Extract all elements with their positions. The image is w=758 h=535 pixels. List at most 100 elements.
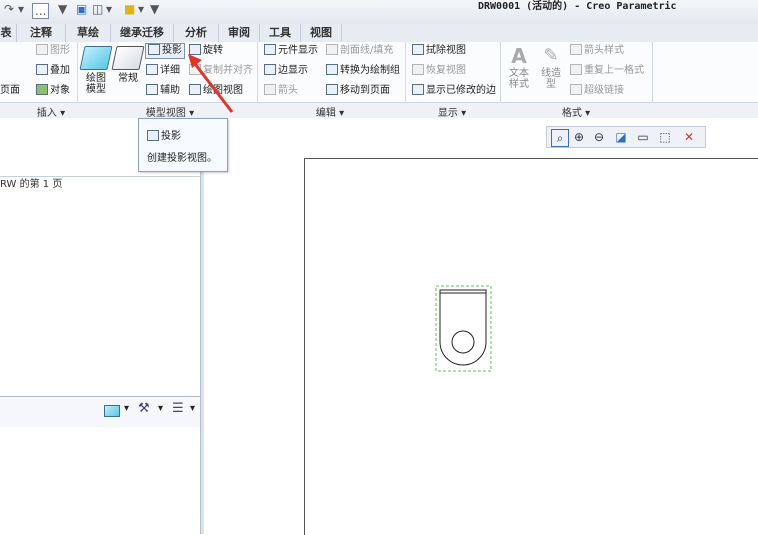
line-style-button[interactable]: ✎ 线造 型 [538,44,564,90]
convert-draft-group-button[interactable]: 转换为绘制组 [326,64,400,78]
window-title: DRW0001 (活动的) - Creo Parametric [478,1,677,12]
display-style-icon[interactable]: ▭ [635,129,651,145]
tree-settings-dropdown-icon[interactable]: ▾ [158,403,163,414]
tooltip-title-text: 投影 [161,131,181,142]
object-button[interactable]: 对象 [36,84,70,98]
customize-icon[interactable]: ▼ [150,2,159,16]
graph-icon [36,44,48,55]
format-group-label[interactable]: 格式 ▾ [556,104,596,119]
tree-settings-icon[interactable]: ⚒ [138,401,150,416]
overlay-icon [36,64,48,75]
arrow-style-icon [570,44,582,55]
overlay-button[interactable]: 叠加 [36,64,70,78]
resume-view-icon [412,64,424,75]
folder-icon[interactable]: ■ [124,2,135,16]
model-tree-toolbar: ▾ ⚒ ▾ ☰ ▾ [0,396,200,427]
arrow-icon [264,84,276,95]
show-modified-edges-label: 显示已修改的边 [426,85,496,96]
drawing-model-button[interactable]: 绘图 模型 [79,46,113,95]
hyperlink-icon [570,84,582,95]
projection-button[interactable]: 投影 [145,43,185,59]
pencil-icon: ✎ [543,45,559,66]
move-to-sheet-button[interactable]: 移动到页面 [326,84,390,98]
model-icon[interactable] [104,405,120,417]
tooltip-description: 创建投影视图。 [147,153,217,164]
hatch-fill-button[interactable]: 剖面线/填充 [326,44,393,58]
quick-access-arrow[interactable]: ▼ [58,2,67,16]
refit-icon[interactable]: ⌕ [551,129,569,147]
graph-button[interactable]: 图形 [36,44,70,58]
tree-columns-icon[interactable]: ☰ [172,401,184,416]
erase-view-button[interactable]: 拭除视图 [412,44,466,58]
erase-view-icon [412,44,424,55]
show-modified-edges-button[interactable]: 显示已修改的边 [412,84,496,98]
hyperlink-button[interactable]: 超级链接 [570,84,624,98]
folder-dropdown-icon[interactable]: ▾ [138,2,144,16]
detail-view-icon [146,64,158,75]
datum-display-icon[interactable]: ⬚ [657,129,673,145]
tooltip: 投影 创建投影视图。 [138,118,228,172]
arrow-style-button[interactable]: 箭头样式 [570,44,624,58]
drawing-model-label: 绘图 模型 [86,73,106,95]
component-display-label: 元件显示 [278,45,318,56]
edge-display-button[interactable]: 边显示 [264,64,308,78]
projection-label: 投影 [162,45,182,56]
arrow-button[interactable]: 箭头 [264,84,298,98]
show-modified-edges-icon [412,84,424,95]
auxiliary-view-button[interactable]: 辅助 [146,84,180,98]
arrow-style-label: 箭头样式 [584,45,624,56]
general-view-button[interactable]: 常规 [111,46,145,84]
edge-display-icon [264,64,276,75]
general-view-label: 常规 [118,73,138,84]
tab-tools[interactable]: 工具 [260,24,301,42]
repeat-format-button[interactable]: 重复上一格式 [570,64,644,78]
tab-table[interactable]: 表 [0,24,17,42]
annotation-display-icon[interactable]: ✕ [681,129,697,145]
zoom-in-icon[interactable]: ⊕ [571,129,587,145]
part-outline [439,289,487,366]
detail-view-button[interactable]: 详细 [146,64,180,78]
windows-dropdown-icon[interactable]: ▾ [106,2,112,16]
page-partial-label[interactable]: 页面 [0,84,20,98]
model-dropdown-icon[interactable]: ▾ [124,403,129,414]
zoom-out-icon[interactable]: ⊖ [591,129,607,145]
tooltip-title: 投影 [147,127,181,142]
tab-review[interactable]: 审阅 [219,24,260,42]
quick-access-box[interactable]: ... [32,3,50,19]
edge-display-label: 边显示 [278,65,308,76]
tab-sketch[interactable]: 草绘 [66,24,111,42]
repaint-icon[interactable]: ◪ [613,129,629,145]
arrow-shaft [190,59,234,113]
quick-access-dropdown-icon[interactable]: ▾ [18,2,24,16]
tree-columns-dropdown-icon[interactable]: ▾ [190,403,195,414]
display-group-label[interactable]: 显示 ▾ [432,104,472,119]
tab-analysis[interactable]: 分析 [174,24,219,42]
arrow-label: 箭头 [278,85,298,96]
graphics-toolbar: ⌕ ⊕ ⊖ ◪ ▭ ⬚ ✕ [546,126,706,148]
redo-icon[interactable]: ↷ [4,2,14,16]
insert-group-label[interactable]: 插入 ▾ [36,104,66,119]
projection-view-part[interactable] [434,284,494,374]
tab-view[interactable]: 视图 [301,24,342,42]
repeat-format-label: 重复上一格式 [584,65,644,76]
component-display-button[interactable]: 元件显示 [264,44,318,58]
erase-view-label: 拭除视图 [426,45,466,56]
regenerate-icon[interactable]: ▣ [76,2,87,16]
drawing-sheet[interactable] [304,158,758,535]
ribbon-tabs: 表 注释 草绘 继承迁移 分析 审阅 工具 视图 [0,24,758,43]
hatch-fill-icon [326,44,338,55]
object-label: 对象 [50,85,70,96]
object-icon [36,84,48,95]
tab-annotate[interactable]: 注释 [17,24,66,42]
line-style-label: 线造 型 [541,68,561,90]
hatch-fill-label: 剖面线/填充 [340,45,394,56]
hyperlink-label: 超级链接 [584,85,624,96]
tab-legacy-migration[interactable]: 继承迁移 [111,24,174,42]
edit-group-label[interactable]: 编辑 ▾ [310,104,350,119]
component-display-icon [264,44,276,55]
resume-view-label: 恢复视图 [426,65,466,76]
resume-view-button[interactable]: 恢复视图 [412,64,466,78]
text-style-button[interactable]: A 文本 样式 [506,44,532,90]
windows-icon[interactable]: ◫ [92,2,103,16]
sheet-page-text: RW 的第 1 页 [0,179,63,190]
